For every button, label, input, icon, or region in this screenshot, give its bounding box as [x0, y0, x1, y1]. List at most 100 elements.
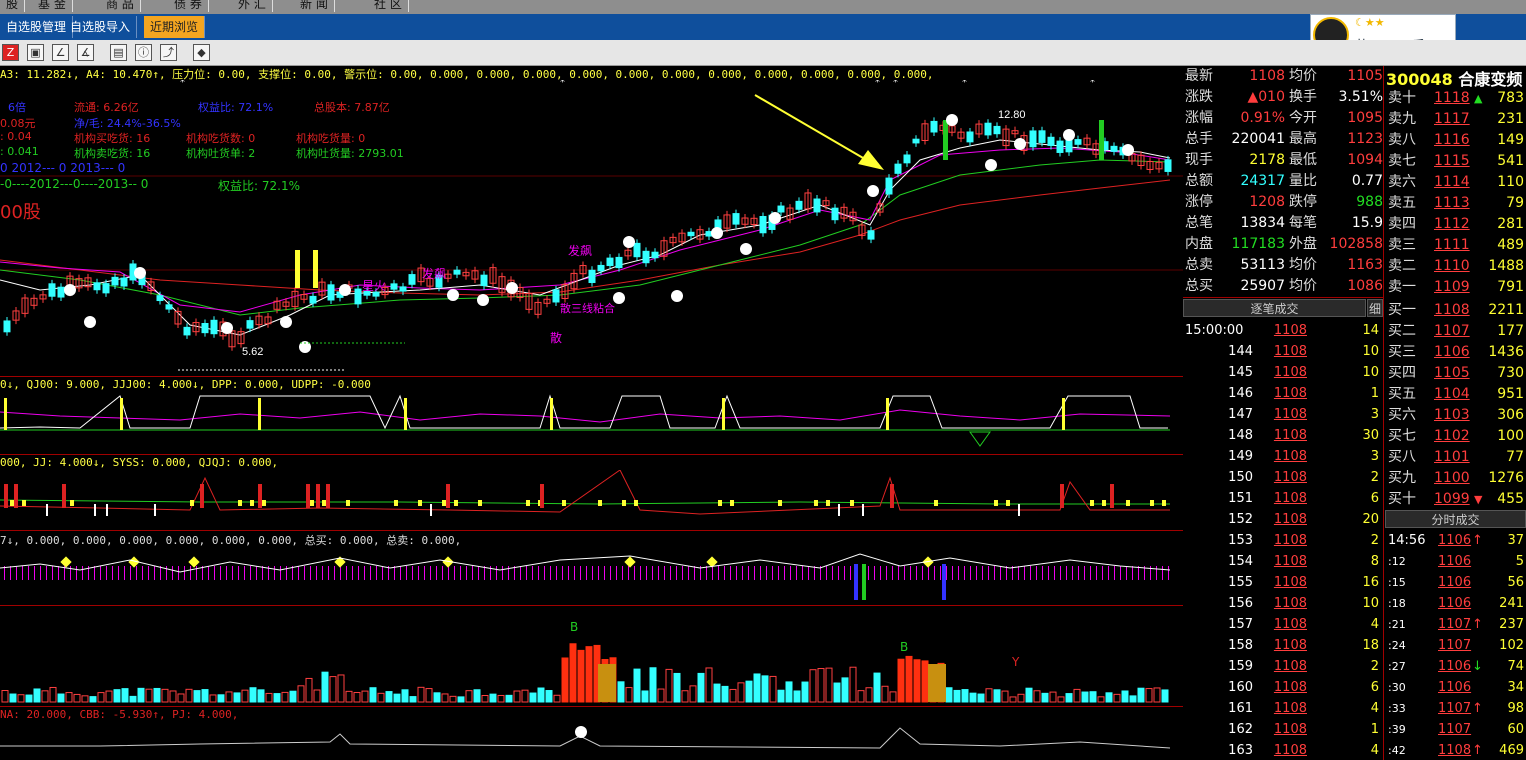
tick-row[interactable]: 160 1108 6 — [1183, 677, 1379, 698]
menu-item-news[interactable]: 新 闻 — [294, 0, 335, 12]
p4-magenta-bar — [790, 566, 791, 580]
panel-divider-2 — [0, 454, 1183, 455]
tick-row[interactable]: 161 1108 4 — [1183, 698, 1379, 719]
p4-magenta-bar — [778, 566, 779, 580]
panel6-chart[interactable] — [0, 722, 1183, 760]
picture-icon[interactable]: ▣ — [27, 44, 44, 61]
minute-trade-row[interactable]: :18 1106 241 — [1388, 593, 1524, 614]
volume-bar — [921, 660, 929, 703]
tab-recent-browse[interactable]: 近期浏览 — [144, 16, 206, 38]
bid-row[interactable]: 买二 1107 177 — [1388, 321, 1524, 342]
menu-item-forex[interactable]: 外 汇 — [232, 0, 273, 12]
bid-row[interactable]: 买五 1104 951 — [1388, 384, 1524, 405]
minute-trade-row[interactable]: :33 1107 ↑ 98 — [1388, 698, 1524, 719]
info-icon[interactable]: ⓘ — [135, 44, 152, 61]
volume-bar — [1145, 688, 1153, 703]
tick-volume: 16 — [1362, 575, 1379, 590]
p4-magenta-bar — [172, 566, 173, 580]
tick-row[interactable]: 158 1108 18 — [1183, 635, 1379, 656]
bid-row[interactable]: 买一 1108 2211 — [1388, 300, 1524, 321]
bid-row[interactable]: 买八 1101 77 — [1388, 447, 1524, 468]
bid-row[interactable]: 买九 1100 1276 — [1388, 468, 1524, 489]
tab-watchlist-import[interactable]: 自选股导入 — [64, 16, 138, 38]
tick-row[interactable]: 162 1108 1 — [1183, 719, 1379, 740]
ask-row[interactable]: 卖三 1111 489 — [1388, 235, 1524, 256]
tick-row[interactable]: 154 1108 8 — [1183, 551, 1379, 572]
book-price: 1116 — [1434, 132, 1470, 148]
ticks-detail-button[interactable]: 细 — [1367, 299, 1383, 317]
draw-tool-2-icon[interactable]: ∡ — [77, 44, 94, 61]
p4-magenta-bar — [616, 566, 617, 580]
tick-row[interactable]: 144 1108 10 — [1183, 341, 1379, 362]
p4-magenta-bar — [982, 566, 983, 580]
ticks-header[interactable]: 逐笔成交 — [1183, 299, 1366, 317]
tab-watchlist-manage[interactable]: 自选股管理 — [0, 16, 74, 38]
panel3-chart[interactable] — [0, 470, 1183, 528]
ask-row[interactable]: 卖八 1116 149 — [1388, 130, 1524, 151]
tick-row[interactable]: 148 1108 30 — [1183, 425, 1379, 446]
p4-magenta-bar — [484, 566, 485, 580]
minute-trade-row[interactable]: :24 1107 102 — [1388, 635, 1524, 656]
p4-magenta-bar — [526, 566, 527, 580]
minute-trade-row[interactable]: :21 1107 ↑ 237 — [1388, 614, 1524, 635]
p4-magenta-bar — [1078, 566, 1079, 580]
tick-row[interactable]: 15:00:00 1108 14 — [1183, 320, 1379, 341]
menu-item-bond[interactable]: 债 券 — [168, 0, 209, 12]
p3-red-bar — [14, 484, 18, 508]
ask-row[interactable]: 卖五 1113 79 — [1388, 193, 1524, 214]
tick-row[interactable]: 159 1108 2 — [1183, 656, 1379, 677]
minute-trade-row[interactable]: :39 1107 60 — [1388, 719, 1524, 740]
volume-bar — [217, 694, 225, 703]
tick-row[interactable]: 147 1108 3 — [1183, 404, 1379, 425]
table-icon[interactable]: ▤ — [110, 44, 127, 61]
tick-row[interactable]: 152 1108 20 — [1183, 509, 1379, 530]
ask-row[interactable]: 卖七 1115 541 — [1388, 151, 1524, 172]
minute-trade-row[interactable]: :12 1106 5 — [1388, 551, 1524, 572]
ask-row[interactable]: 卖一 1109 791 — [1388, 277, 1524, 298]
tick-row[interactable]: 145 1108 10 — [1183, 362, 1379, 383]
tick-row[interactable]: 149 1108 3 — [1183, 446, 1379, 467]
tick-row[interactable]: 157 1108 4 — [1183, 614, 1379, 635]
ask-row[interactable]: 卖六 1114 110 — [1388, 172, 1524, 193]
panel2-chart[interactable] — [0, 392, 1183, 452]
bid-row[interactable]: 买十 1099 ▼ 455 — [1388, 489, 1524, 510]
bid-row[interactable]: 买六 1103 306 — [1388, 405, 1524, 426]
ask-row[interactable]: 卖四 1112 281 — [1388, 214, 1524, 235]
draw-tool-icon[interactable]: ∠ — [52, 44, 69, 61]
bid-row[interactable]: 买七 1102 100 — [1388, 426, 1524, 447]
tick-row[interactable]: 156 1108 10 — [1183, 593, 1379, 614]
minute-trade-row[interactable]: :15 1106 56 — [1388, 572, 1524, 593]
chart-line-icon[interactable]: ⤴ — [160, 44, 177, 61]
volume-bar — [537, 687, 545, 703]
bid-row[interactable]: 买三 1106 1436 — [1388, 342, 1524, 363]
tick-row[interactable]: 151 1108 6 — [1183, 488, 1379, 509]
minute-trade-row[interactable]: :27 1106 ↓ 74 — [1388, 656, 1524, 677]
ask-row[interactable]: 卖九 1117 231 — [1388, 109, 1524, 130]
minute-trade-row[interactable]: 14:56 1106 ↑ 37 — [1388, 530, 1524, 551]
menu-item-fund[interactable]: 基 金 — [32, 0, 73, 12]
volume-chart[interactable]: B B Y — [0, 606, 1183, 706]
menu-item-commodity[interactable]: 商 品 — [100, 0, 141, 12]
p4-magenta-bar — [754, 566, 755, 580]
tick-row[interactable]: 153 1108 2 — [1183, 530, 1379, 551]
tick-row[interactable]: 155 1108 16 — [1183, 572, 1379, 593]
tick-row[interactable]: 146 1108 1 — [1183, 383, 1379, 404]
ask-row[interactable]: 卖十 1118 ▲ 783 — [1388, 88, 1524, 109]
menu-item-stock[interactable]: 股 — [0, 0, 26, 12]
tick-row[interactable]: 163 1108 4 — [1183, 740, 1379, 760]
ask-row[interactable]: 卖二 1110 1488 — [1388, 256, 1524, 277]
panel4-chart[interactable] — [0, 546, 1183, 604]
minute-trade-row[interactable]: :30 1106 34 — [1388, 677, 1524, 698]
tick-row[interactable]: 150 1108 2 — [1183, 467, 1379, 488]
p4-magenta-bar — [298, 566, 299, 580]
diamond-icon[interactable]: ◆ — [193, 44, 210, 61]
bid-row[interactable]: 买四 1105 730 — [1388, 363, 1524, 384]
minute-trades-header[interactable]: 分时成交 — [1385, 510, 1526, 528]
minute-trade-row[interactable]: :42 1108 ↑ 469 — [1388, 740, 1524, 760]
p4-magenta-bar — [364, 566, 365, 580]
menu-item-community[interactable]: 社 区 — [368, 0, 409, 12]
volume-bar — [65, 692, 73, 703]
quote-panel-divider — [1383, 66, 1384, 760]
chart-type-icon[interactable]: Z — [2, 44, 19, 61]
tick-time: 152 — [1228, 512, 1253, 527]
